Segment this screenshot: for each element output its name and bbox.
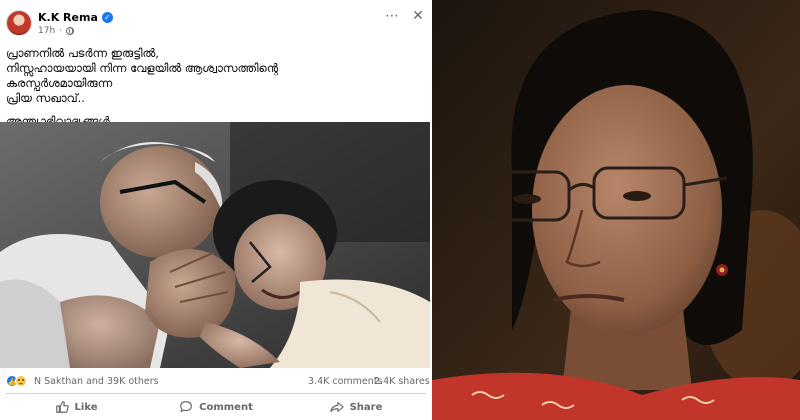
comment-count[interactable]: 3.4K comments (308, 376, 382, 387)
post-header: K.K Rema ✓ 17h · ⋯ ✕ (6, 8, 426, 42)
share-count[interactable]: 2.4K shares (374, 376, 430, 387)
reaction-icons[interactable]: 👍 (6, 375, 27, 387)
portrait-photo (432, 0, 800, 420)
share-label: Share (349, 401, 383, 413)
comment-button[interactable]: Comment (146, 396, 286, 418)
mourning-embrace-illustration (0, 122, 430, 368)
reaction-summary[interactable]: N Sakthan and 39K others (34, 376, 159, 387)
post-meta: 17h · (38, 26, 75, 36)
close-icon[interactable]: ✕ (410, 8, 426, 24)
share-button[interactable]: Share (286, 396, 426, 418)
post-line: കരസ്പർശമായിരുന്ന (6, 76, 113, 90)
share-arrow-icon (329, 402, 344, 412)
author: K.K Rema ✓ (38, 11, 113, 24)
author-name[interactable]: K.K Rema (38, 11, 98, 24)
thumbs-up-icon (55, 401, 69, 413)
comment-label: Comment (199, 401, 253, 413)
post-line: പ്രിയ സഖാവ്.. (6, 91, 85, 105)
globe-icon (66, 27, 75, 35)
like-label: Like (74, 401, 98, 413)
post-line: പ്രാണനിൽ പടർന്ന ഇരുട്ടിൽ, (6, 46, 159, 60)
portrait-illustration (432, 0, 800, 420)
meta-dot: · (59, 26, 63, 36)
facebook-post: K.K Rema ✓ 17h · ⋯ ✕ പ്രാണനിൽ പടർന്ന ഇരു… (0, 0, 430, 420)
divider (6, 393, 426, 394)
comment-bubble-icon (180, 401, 192, 413)
post-photo[interactable] (0, 122, 430, 368)
post-time[interactable]: 17h (38, 26, 55, 36)
author-avatar[interactable] (6, 10, 32, 36)
sad-reaction-icon (15, 375, 27, 387)
post-line: നിസ്സഹായയായി നിന്ന വേളയിൽ ആശ്വാസത്തിന്റെ (6, 61, 279, 75)
verified-badge-icon: ✓ (101, 12, 113, 23)
like-button[interactable]: Like (6, 396, 146, 418)
post-header-controls: ⋯ ✕ (384, 8, 426, 24)
post-actions: Like Comment Share (6, 396, 426, 418)
more-options-icon[interactable]: ⋯ (384, 8, 400, 24)
post-text: പ്രാണനിൽ പടർന്ന ഇരുട്ടിൽ, നിസ്സഹായയായി ന… (6, 46, 424, 129)
reactions-bar: 👍 N Sakthan and 39K others 3.4K comments… (6, 374, 430, 390)
